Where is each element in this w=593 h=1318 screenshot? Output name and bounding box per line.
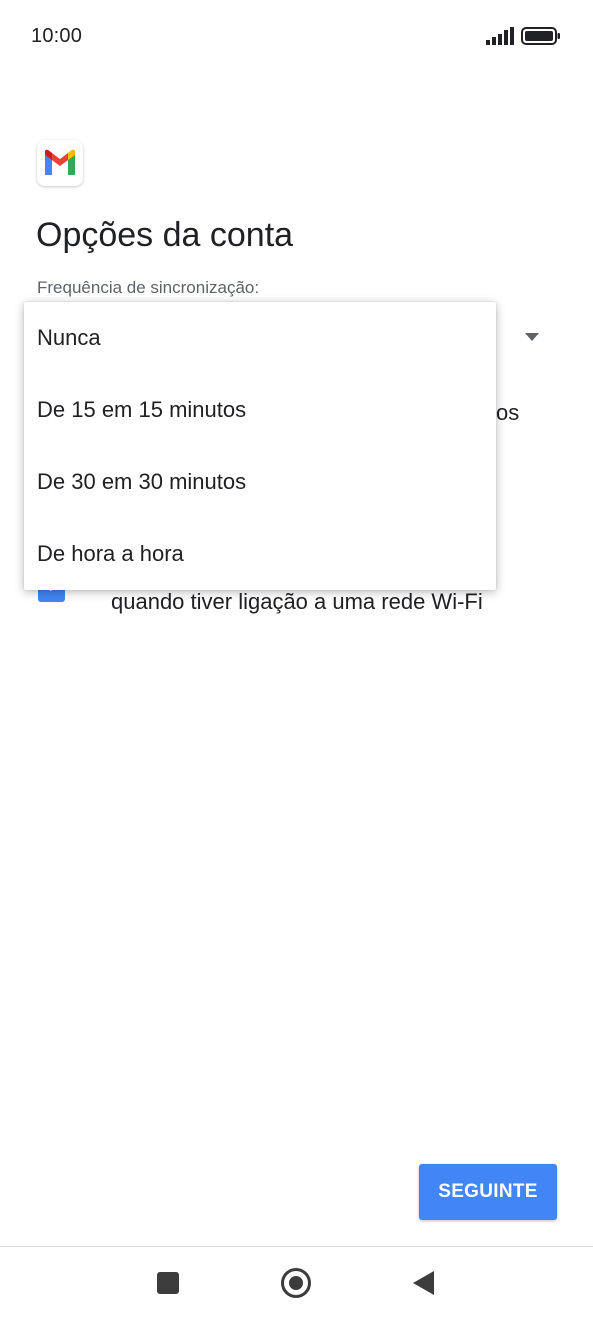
- next-button[interactable]: SEGUINTE: [419, 1164, 557, 1220]
- home-icon[interactable]: [281, 1268, 311, 1298]
- navigation-bar: [0, 1246, 593, 1318]
- status-bar: 10:00: [0, 0, 593, 76]
- dropdown-item-15-min[interactable]: De 15 em 15 minutos: [24, 374, 496, 446]
- battery-icon: [521, 27, 560, 45]
- status-time: 10:00: [31, 25, 83, 47]
- sync-frequency-dropdown: Nunca De 15 em 15 minutos De 30 em 30 mi…: [24, 302, 496, 590]
- signal-icon: [486, 27, 514, 45]
- back-icon[interactable]: [413, 1271, 434, 1295]
- sync-notify-option-text: os: [496, 400, 520, 425]
- wifi-download-option-text: quando tiver ligação a uma rede Wi-Fi: [111, 589, 483, 614]
- page-title: Opções da conta: [36, 216, 294, 254]
- recents-icon[interactable]: [157, 1272, 179, 1294]
- dropdown-arrow-icon[interactable]: [525, 333, 539, 341]
- dropdown-item-30-min[interactable]: De 30 em 30 minutos: [24, 446, 496, 518]
- dropdown-item-hourly[interactable]: De hora a hora: [24, 518, 496, 590]
- sync-frequency-label: Frequência de sincronização:: [37, 278, 260, 297]
- gmail-icon: [37, 140, 83, 186]
- dropdown-item-never[interactable]: Nunca: [24, 302, 496, 374]
- screen: 10:00 Opções da conta Frequência de sinc…: [0, 0, 593, 1318]
